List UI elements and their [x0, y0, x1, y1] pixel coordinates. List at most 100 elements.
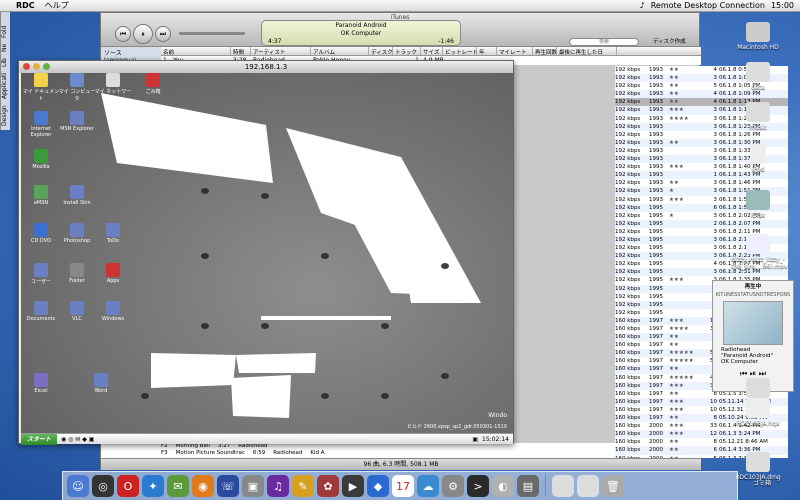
desktop-icon-label: Folder	[69, 278, 85, 284]
table-row[interactable]: 192 kbps 1993 ★★ 4 06.1.8 1:09 PM	[615, 90, 788, 99]
finder-icon[interactable]: ☺	[67, 475, 89, 497]
network-icon[interactable]	[34, 111, 48, 125]
safari-icon[interactable]: ✦	[142, 475, 164, 497]
next-button[interactable]: ⏭	[155, 26, 171, 42]
ie-icon[interactable]	[34, 223, 48, 237]
trash-icon[interactable]: 🗑	[602, 475, 624, 497]
cell-rating: ★★★	[669, 164, 684, 171]
folder-icon[interactable]	[106, 301, 120, 315]
volume-slider[interactable]	[179, 32, 245, 35]
window-thumbnail-icon[interactable]	[552, 475, 574, 497]
menu-app[interactable]: RDC	[11, 1, 40, 10]
app-icon[interactable]	[146, 73, 160, 87]
folder-icon[interactable]	[70, 223, 84, 237]
cell-year: 1995	[649, 228, 663, 235]
app-icon[interactable]	[106, 263, 120, 277]
mail-icon[interactable]: ✉	[167, 475, 189, 497]
col-track[interactable]: トラック	[393, 47, 421, 55]
calendar-icon[interactable]: 17	[392, 475, 414, 497]
folder-icon[interactable]	[106, 223, 120, 237]
col-plays[interactable]: 再生回数	[533, 47, 557, 55]
window-thumbnail-icon[interactable]	[577, 475, 599, 497]
quicklaunch-icon[interactable]: ◉ ◎ ✉ ◆ ▣	[57, 436, 94, 443]
rdc-window: 192.168.1.3 マイ ドキュメント マイ コンピュータ マイ ネットワー…	[18, 60, 514, 445]
table-row[interactable]: 160 kbps 2000 ★★★ 12 06.1.3 3:24 PM	[615, 430, 788, 439]
firefox-icon[interactable]: ◉	[192, 475, 214, 497]
desktop-icon[interactable]: RDC103JA.hqx	[718, 398, 798, 427]
desktop-icon[interactable]: data	[718, 62, 798, 91]
close-icon[interactable]	[23, 63, 30, 70]
clock[interactable]: 15:00	[771, 1, 794, 10]
app-icon[interactable]: ◆	[367, 475, 389, 497]
itunes-icon[interactable]: ♫	[267, 475, 289, 497]
table-row[interactable]: 192 kbps 1993 3 06.1.8 1:26 PM	[615, 131, 788, 139]
app-icon[interactable]: ☁	[417, 475, 439, 497]
table-row[interactable]: 192 kbps 1995 2 06.1.8 2:07 PM	[615, 219, 788, 228]
app-icon[interactable]: ✎	[292, 475, 314, 497]
ichat-icon[interactable]: ☏	[217, 475, 239, 497]
menu-help[interactable]: ヘルプ	[40, 0, 74, 11]
app-icon[interactable]: ▣	[242, 475, 264, 497]
table-row[interactable]: 192 kbps 1993 ★★ 3 06.1.8 1:46 PM	[615, 179, 788, 187]
zoom-icon[interactable]	[43, 63, 50, 70]
desktop-icon[interactable]: dizzy_mizz_lizzy_-_the_sire....96).mov	[718, 234, 798, 270]
col-artist[interactable]: アーティスト	[251, 47, 311, 55]
app-icon[interactable]	[34, 373, 48, 387]
volume-icon[interactable]: ♪	[640, 1, 645, 10]
col-bitrate[interactable]: ビットレート	[443, 47, 477, 55]
col-name[interactable]: 名前	[161, 47, 231, 55]
folder-icon[interactable]	[70, 185, 84, 199]
drawer-item[interactable]: Design	[1, 105, 10, 126]
search-input[interactable]	[569, 38, 639, 46]
col-disc[interactable]: ディスク	[369, 47, 393, 55]
col-last-played[interactable]: 最後に再生した日	[557, 47, 617, 55]
opera-icon[interactable]: O	[117, 475, 139, 497]
pause-button[interactable]: ⏸	[133, 24, 153, 44]
app-icon[interactable]	[70, 263, 84, 277]
folder-icon[interactable]	[70, 111, 84, 125]
cell-rating	[669, 155, 705, 163]
desktop-icon[interactable]: music	[718, 102, 798, 131]
col-album[interactable]: アルバム	[311, 47, 369, 55]
app-icon[interactable]: ⚙	[442, 475, 464, 497]
minimize-icon[interactable]	[33, 63, 40, 70]
col-time[interactable]: 時間	[231, 47, 251, 55]
folder-icon[interactable]	[34, 301, 48, 315]
start-button[interactable]: スタート	[21, 433, 58, 445]
desktop-icon[interactable]: iPod	[718, 144, 798, 173]
col-year[interactable]: 年	[477, 47, 497, 55]
drawer-item[interactable]: Ne	[1, 44, 10, 52]
lcd-display[interactable]: Paranoid Android OK Computer 4:37 -1:46	[261, 20, 461, 46]
app-icon[interactable]: ▶	[342, 475, 364, 497]
col-size[interactable]: サイズ	[421, 47, 443, 55]
app-icon[interactable]: ✿	[317, 475, 339, 497]
app-icon[interactable]: ▤	[517, 475, 539, 497]
previous-button[interactable]: ⏮	[115, 26, 131, 42]
folder-icon[interactable]	[34, 263, 48, 277]
tray-icon[interactable]: ▣	[472, 436, 478, 443]
folder-icon[interactable]	[70, 301, 84, 315]
dashboard-icon[interactable]: ◎	[92, 475, 114, 497]
artifact-shape	[231, 375, 291, 418]
drawer-item[interactable]: Applicati	[1, 73, 10, 99]
folder-icon[interactable]	[94, 373, 108, 387]
table-row[interactable]: F3 Motion Picture Soundtrac 6:59 Radiohe…	[101, 450, 615, 457]
desktop-icon[interactable]: iDisk	[718, 190, 798, 219]
recycle-bin-icon[interactable]	[34, 185, 48, 199]
terminal-icon[interactable]: >	[467, 475, 489, 497]
cell-year: 1995	[649, 277, 663, 284]
folder-icon[interactable]	[34, 73, 48, 87]
tray-time[interactable]: 15:02:14	[482, 436, 509, 443]
document-icon[interactable]	[106, 73, 120, 87]
app-icon[interactable]: ◐	[492, 475, 514, 497]
desktop-icon[interactable]: Macintosh HD	[718, 22, 798, 51]
desktop-icon[interactable]: ゴミ箱	[742, 478, 782, 487]
windows-icon[interactable]	[34, 149, 48, 163]
computer-icon[interactable]	[70, 73, 84, 87]
table-row[interactable]: 160 kbps 2000 ★★ 8 05.12.21 8:46 AM	[615, 438, 788, 446]
drawer-item[interactable]: Fold	[1, 26, 10, 38]
drawer-item[interactable]: Lib	[1, 58, 10, 67]
burn-disc-label[interactable]: ディスク作成	[653, 37, 686, 45]
col-rating[interactable]: マイレート	[497, 47, 533, 55]
table-row[interactable]: F2 Morning Bell 3:27 Radiohead	[101, 443, 615, 450]
